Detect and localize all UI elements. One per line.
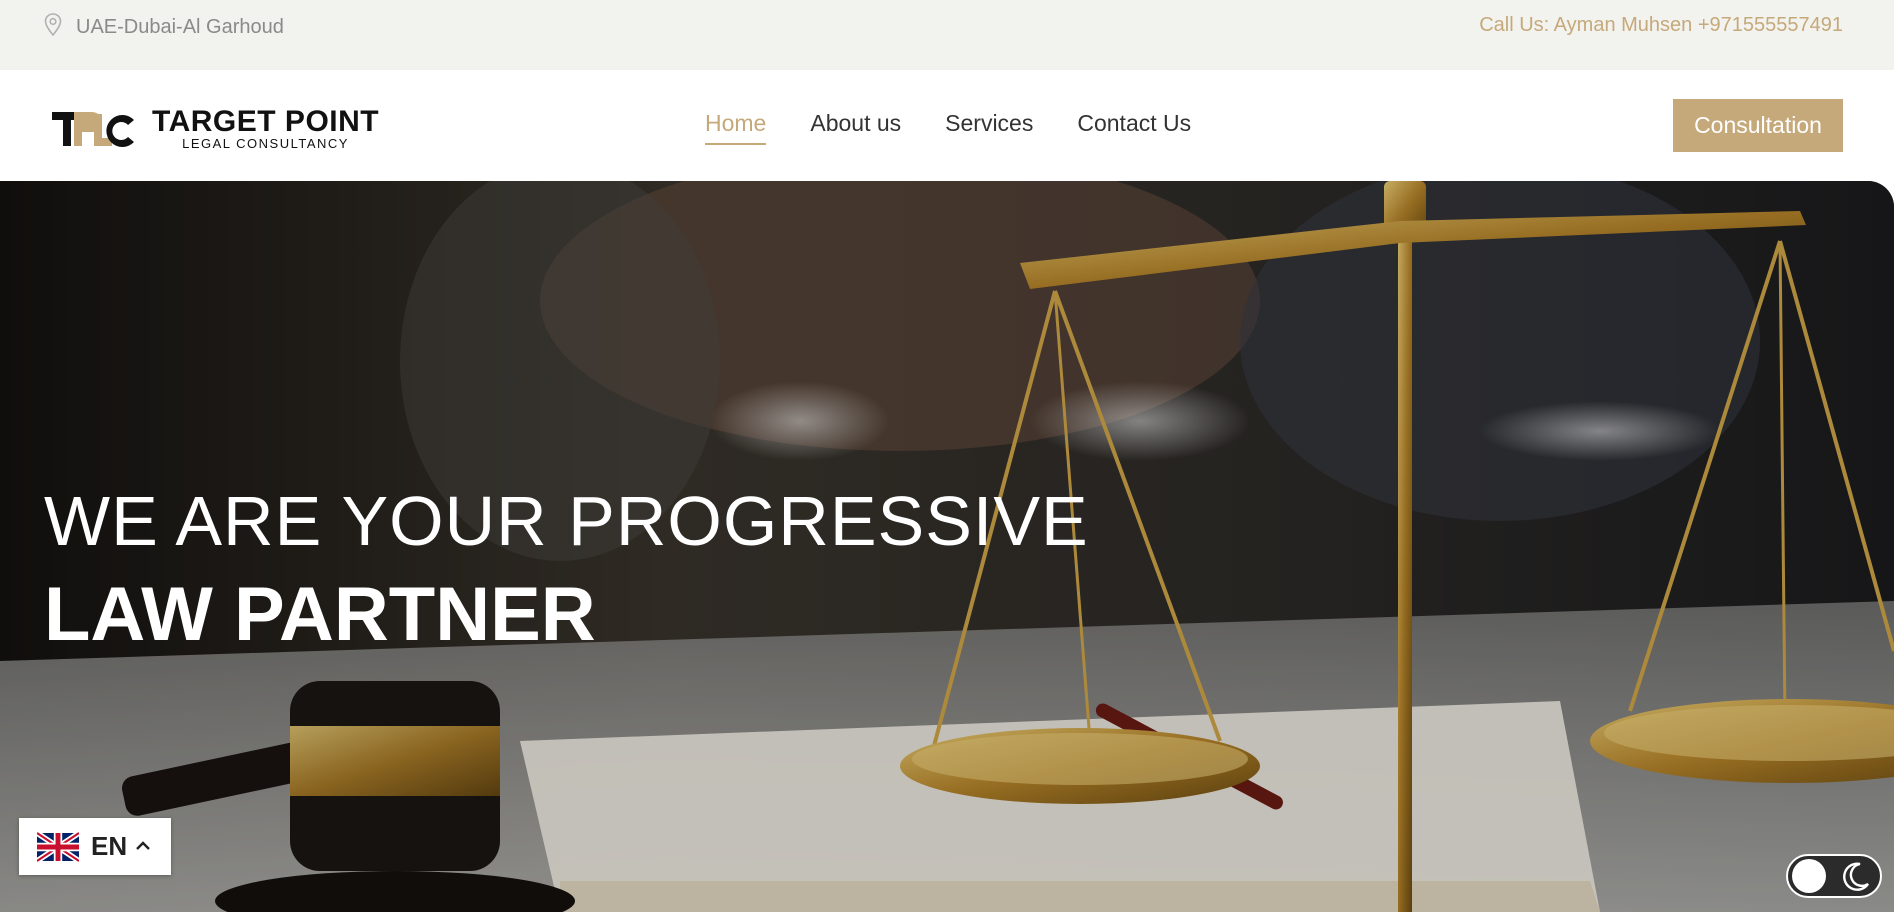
logo-wordmark: TARGET POINT LEGAL CONSULTANCY [152,107,379,151]
hero-banner: WE ARE YOUR PROGRESSIVE LAW PARTNER [0,181,1894,912]
dark-mode-toggle[interactable] [1786,854,1882,898]
nav-services[interactable]: Services [945,110,1033,143]
map-pin-icon [44,12,62,42]
location-text: UAE-Dubai-Al Garhoud [76,15,284,38]
nav-contact-us[interactable]: Contact Us [1077,110,1191,143]
toggle-knob [1792,859,1826,893]
main-header: TARGET POINT LEGAL CONSULTANCY Home Abou… [0,70,1894,181]
logo-title: TARGET POINT [152,105,380,138]
nav-home[interactable]: Home [705,110,767,145]
hero-headline-line1: WE ARE YOUR PROGRESSIVE [44,482,1089,560]
chevron-up-icon [135,836,151,857]
language-selector[interactable]: EN [19,818,171,875]
call-us-link[interactable]: Call Us: Ayman Muhsen +971555557491 [1479,14,1843,37]
consultation-button[interactable]: Consultation [1673,99,1843,152]
tplc-logo-icon [52,112,134,147]
top-info-bar: UAE-Dubai-Al Garhoud Call Us: Ayman Muhs… [0,0,1894,70]
language-code: EN [91,831,128,861]
nav-about-us[interactable]: About us [810,110,901,143]
uk-flag-icon [37,830,79,863]
logo-subtitle: LEGAL CONSULTANCY [182,136,349,151]
main-nav: Home About us Services Contact Us [705,110,1191,145]
location-info: UAE-Dubai-Al Garhoud [44,12,284,42]
hero-headline-line2: LAW PARTNER [44,572,596,657]
moon-icon [1843,862,1869,891]
site-logo[interactable]: TARGET POINT LEGAL CONSULTANCY [52,104,379,154]
